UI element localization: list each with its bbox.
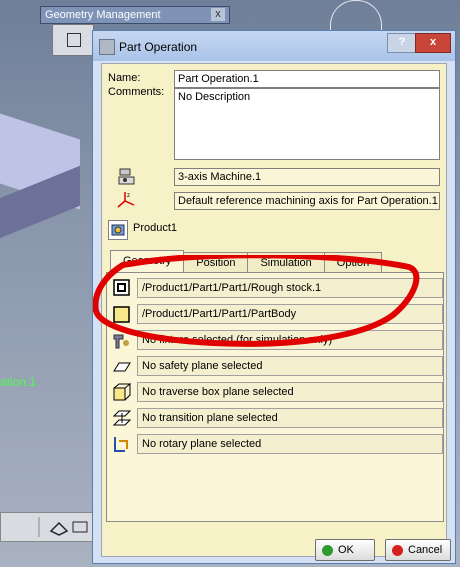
tab-geometry[interactable]: Geometry	[110, 250, 185, 273]
rough-stock-icon[interactable]	[111, 277, 133, 299]
tree-node-label-partial: ation.1	[0, 375, 37, 389]
geometry-row-traverse-box[interactable]: No traverse box plane selected	[111, 381, 443, 403]
body-icon[interactable]	[67, 33, 81, 47]
machine-icon[interactable]	[116, 166, 136, 186]
name-label: Name:	[108, 72, 141, 84]
fixture-field[interactable]: No fixture selected (for simulation only…	[137, 330, 443, 350]
svg-text:z: z	[127, 193, 130, 199]
tab-strip: Geometry Position Simulation Option	[110, 250, 383, 273]
comments-field[interactable]: No Description	[174, 88, 440, 160]
transition-plane-icon[interactable]	[111, 407, 133, 429]
traverse-box-icon[interactable]	[111, 381, 133, 403]
geometry-row-rough-stock[interactable]: /Product1/Part1/Part1/Rough stock.1	[111, 277, 443, 299]
cancel-icon	[392, 545, 403, 556]
geometry-management-toolbar-title[interactable]: Geometry Management x	[40, 6, 230, 24]
close-button[interactable]: x	[415, 33, 451, 53]
tab-simulation[interactable]: Simulation	[247, 252, 325, 273]
fixture-icon[interactable]	[111, 329, 133, 351]
machine-field[interactable]: 3-axis Machine.1	[174, 168, 440, 186]
safety-plane-field[interactable]: No safety plane selected	[137, 356, 443, 376]
rotary-plane-field[interactable]: No rotary plane selected	[137, 434, 443, 454]
reference-axis-icon[interactable]: z	[116, 190, 136, 210]
safety-plane-icon[interactable]	[111, 355, 133, 377]
geometry-management-toolbar	[52, 24, 94, 56]
name-field[interactable]: Part Operation.1	[174, 70, 440, 88]
help-button[interactable]: ?	[387, 33, 417, 53]
cancel-label: Cancel	[408, 544, 443, 556]
geometry-row-safety-plane[interactable]: No safety plane selected	[111, 355, 443, 377]
product-icon[interactable]	[108, 220, 128, 240]
geometry-row-design-part[interactable]: /Product1/Part1/Part1/PartBody	[111, 303, 443, 325]
part-operation-dialog: Part Operation ? x Name: Part Operation.…	[92, 30, 456, 564]
design-part-icon[interactable]	[111, 303, 133, 325]
reference-axis-field[interactable]: Default reference machining axis for Par…	[174, 192, 440, 210]
ok-icon	[322, 545, 333, 556]
geometry-management-close-icon[interactable]: x	[211, 8, 225, 21]
toolbar-icons[interactable]	[1, 513, 101, 541]
comments-label: Comments:	[108, 86, 165, 98]
rough-stock-field[interactable]: /Product1/Part1/Part1/Rough stock.1	[137, 278, 443, 298]
rotary-plane-icon[interactable]	[111, 433, 133, 455]
dialog-titlebar[interactable]: Part Operation ? x	[93, 31, 455, 61]
bottom-toolbar	[0, 512, 102, 542]
geometry-row-fixture[interactable]: No fixture selected (for simulation only…	[111, 329, 443, 351]
compass-icon[interactable]	[330, 0, 382, 31]
tab-position[interactable]: Position	[183, 252, 249, 273]
ok-label: OK	[338, 544, 354, 556]
dialog-title: Part Operation	[119, 40, 198, 54]
geometry-row-rotary-plane[interactable]: No rotary plane selected	[111, 433, 443, 455]
dialog-client-area: Name: Part Operation.1 Comments: No Desc…	[101, 63, 447, 557]
cancel-button[interactable]: Cancel	[385, 539, 451, 561]
product-row: Product1	[106, 220, 440, 240]
transition-plane-field[interactable]: No transition plane selected	[137, 408, 443, 428]
tab-option[interactable]: Option	[323, 252, 383, 273]
traverse-box-field[interactable]: No traverse box plane selected	[137, 382, 443, 402]
geometry-management-title: Geometry Management	[45, 9, 161, 21]
product-field[interactable]: Product1	[130, 220, 440, 239]
design-part-field[interactable]: /Product1/Part1/Part1/PartBody	[137, 304, 443, 324]
part-operation-app-icon	[99, 39, 115, 55]
geometry-row-transition-plane[interactable]: No transition plane selected	[111, 407, 443, 429]
ok-button[interactable]: OK	[315, 539, 375, 561]
geometry-tab-panel: /Product1/Part1/Part1/Rough stock.1 /Pro…	[106, 272, 444, 522]
